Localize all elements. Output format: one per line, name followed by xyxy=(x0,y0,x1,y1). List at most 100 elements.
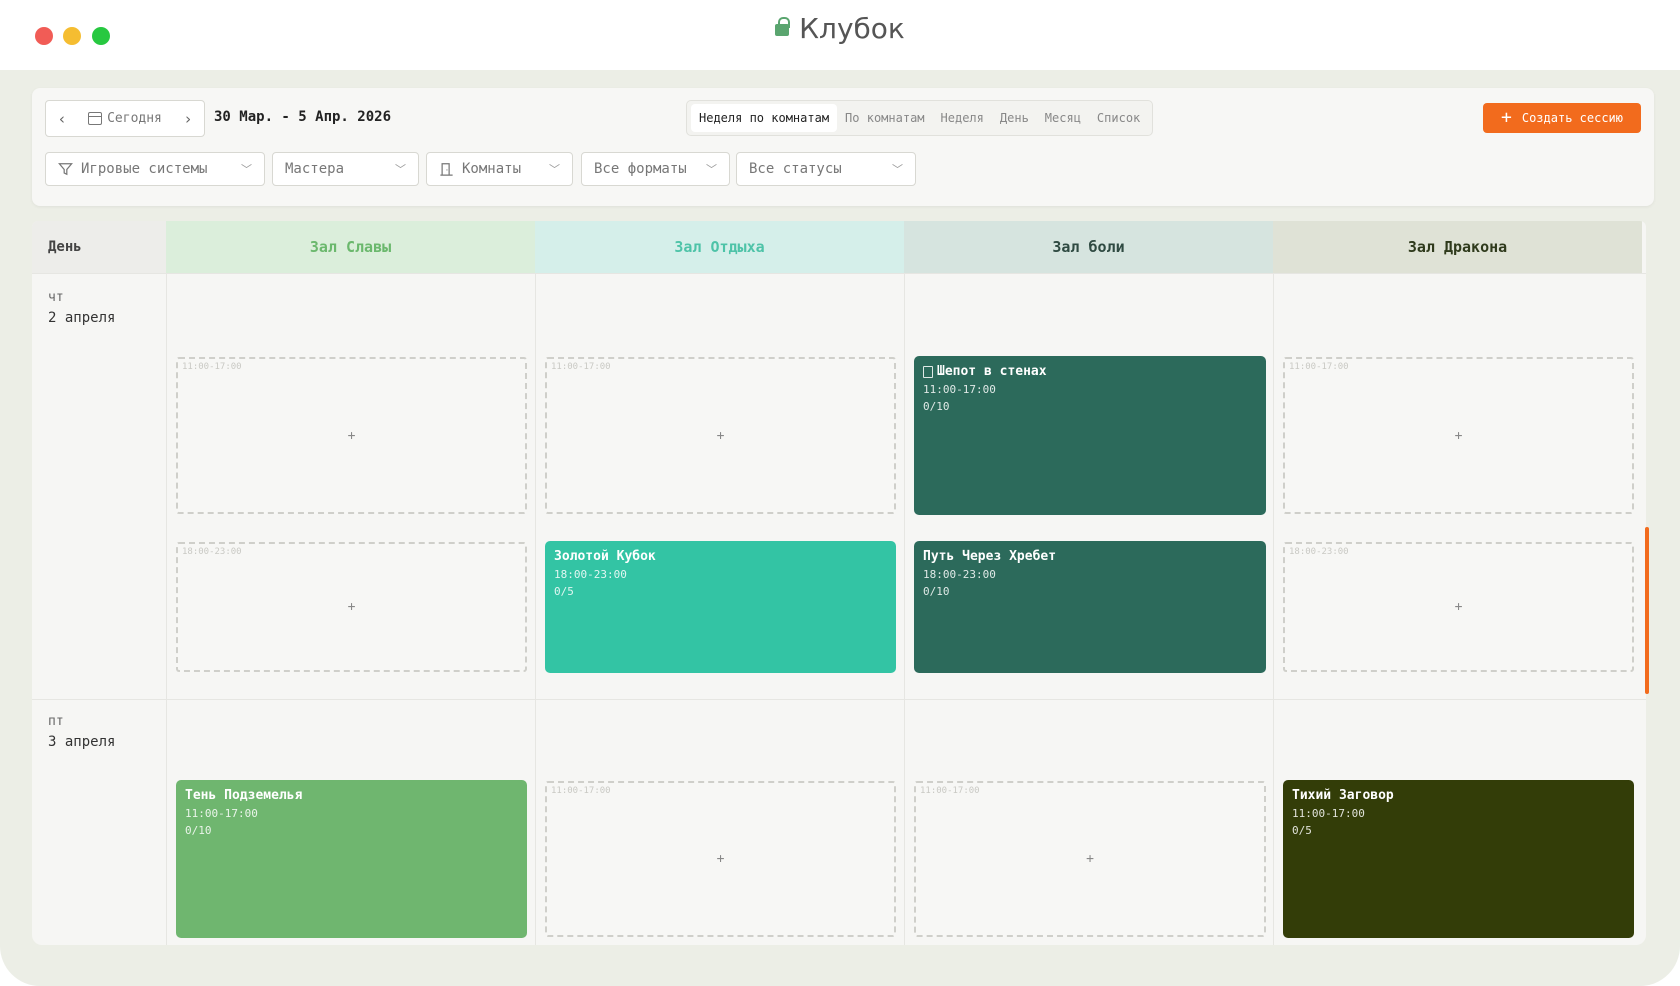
chevron-down-icon: ﹀ xyxy=(241,163,252,176)
column-divider xyxy=(1273,273,1274,945)
day-of-week: чт xyxy=(48,290,64,305)
day-column-header: День xyxy=(32,221,166,273)
slot-time: 18:00-23:00 xyxy=(1289,547,1349,557)
empty-slot[interactable]: 11:00-17:00 + xyxy=(1283,357,1634,514)
session-capacity: 0/5 xyxy=(1292,824,1312,837)
slot-time: 18:00-23:00 xyxy=(182,547,242,557)
session-capacity: 0/5 xyxy=(554,585,574,598)
view-switcher: Неделя по комнатам По комнатам Неделя Де… xyxy=(686,100,1154,136)
add-session-icon: + xyxy=(716,428,725,443)
chevron-down-icon: ﹀ xyxy=(395,163,406,176)
slot-time: 11:00-17:00 xyxy=(551,362,611,372)
chevron-down-icon: ﹀ xyxy=(892,163,903,176)
day-date: 2 апреля xyxy=(48,310,116,326)
row-divider xyxy=(32,699,1646,700)
session-time: 18:00-23:00 xyxy=(923,568,996,581)
window-title-text: Клубок xyxy=(799,12,905,45)
room-header-zal-otdykha: Зал Отдыха xyxy=(535,221,904,273)
column-divider xyxy=(166,273,167,945)
filter-statuses-label: Все статусы xyxy=(749,161,842,177)
empty-slot[interactable]: 18:00-23:00 + xyxy=(1283,542,1634,672)
view-month[interactable]: Месяц xyxy=(1037,104,1089,132)
session-time: 18:00-23:00 xyxy=(554,568,627,581)
date-range: 30 Мар. - 5 Апр. 2026 xyxy=(214,109,392,125)
today-button[interactable]: Сегодня xyxy=(78,111,172,126)
session-title: Путь Через Хребет xyxy=(923,549,1057,564)
add-session-icon: + xyxy=(1454,599,1463,615)
filter-game-systems-label: Игровые системы xyxy=(81,161,208,177)
add-session-icon: + xyxy=(347,428,356,443)
session-capacity: 0/10 xyxy=(923,585,950,598)
room-header-zal-boli: Зал боли xyxy=(904,221,1273,273)
filter-formats[interactable]: Все форматы ﹀ xyxy=(581,152,730,186)
today-label: Сегодня xyxy=(107,111,162,126)
session-card[interactable]: Тихий Заговор 11:00-17:00 0/5 xyxy=(1283,780,1634,938)
schedule-grid: День Зал Славы Зал Отдыха Зал боли Зал Д… xyxy=(32,221,1646,945)
room-header-zal-slavy: Зал Славы xyxy=(166,221,535,273)
filter-icon xyxy=(58,163,73,176)
column-divider xyxy=(904,273,905,945)
empty-slot[interactable]: 18:00-23:00 + xyxy=(176,542,527,672)
column-divider xyxy=(535,273,536,945)
chevron-down-icon: ﹀ xyxy=(549,163,560,176)
add-session-icon: + xyxy=(716,851,725,867)
row-divider xyxy=(32,273,1646,274)
window-titlebar: Клубок xyxy=(0,0,1680,70)
session-title: Тихий Заговор xyxy=(1292,788,1394,803)
filter-masters-label: Мастера xyxy=(285,161,345,177)
plus-icon: + xyxy=(1501,107,1512,128)
door-icon xyxy=(440,163,453,176)
grid-scrollbar-thumb[interactable] xyxy=(1645,527,1649,694)
room-header-zal-drakona: Зал Дракона xyxy=(1273,221,1642,273)
empty-slot[interactable]: 11:00-17:00 + xyxy=(176,357,527,514)
session-time: 11:00-17:00 xyxy=(185,807,258,820)
session-title: Золотой Кубок xyxy=(554,549,656,564)
window-title: Клубок xyxy=(0,12,1680,45)
filter-rooms[interactable]: Комнаты ﹀ xyxy=(426,152,573,186)
view-week-by-rooms[interactable]: Неделя по комнатам xyxy=(691,104,838,132)
prev-week-button[interactable]: ‹ xyxy=(46,110,78,128)
empty-slot[interactable]: 11:00-17:00 + xyxy=(914,781,1266,937)
day-of-week: пт xyxy=(48,714,64,729)
add-session-icon: + xyxy=(1086,851,1094,867)
next-week-button[interactable]: › xyxy=(172,110,204,128)
day-label-friday: пт 3 апреля xyxy=(48,711,115,753)
lock-icon xyxy=(775,17,791,36)
filter-formats-label: Все форматы xyxy=(594,161,687,177)
view-by-rooms[interactable]: По комнатам xyxy=(837,104,932,132)
document-icon xyxy=(923,365,933,378)
view-week[interactable]: Неделя xyxy=(933,104,992,132)
session-time: 11:00-17:00 xyxy=(1292,807,1365,820)
add-session-icon: + xyxy=(347,599,356,615)
session-title: Тень Подземелья xyxy=(185,788,303,803)
view-day[interactable]: День xyxy=(992,104,1037,132)
date-navigation: ‹ Сегодня › xyxy=(45,100,205,137)
view-list[interactable]: Список xyxy=(1089,104,1148,132)
slot-time: 11:00-17:00 xyxy=(1289,362,1349,372)
create-session-button[interactable]: + Создать сессию xyxy=(1483,103,1641,133)
session-time: 11:00-17:00 xyxy=(923,383,996,396)
session-capacity: 0/10 xyxy=(185,824,212,837)
session-title-text: Шепот в стенах xyxy=(937,364,1047,379)
filter-rooms-label: Комнаты xyxy=(462,161,522,177)
day-date: 3 апреля xyxy=(48,734,116,750)
day-label-thursday: чт 2 апреля xyxy=(48,287,115,329)
empty-slot[interactable]: 11:00-17:00 + xyxy=(545,781,896,937)
filter-game-systems[interactable]: Игровые системы ﹀ xyxy=(45,152,265,186)
filter-masters[interactable]: Мастера ﹀ xyxy=(272,152,419,186)
session-capacity: 0/10 xyxy=(923,400,950,413)
session-card[interactable]: Золотой Кубок 18:00-23:00 0/5 xyxy=(545,541,896,673)
slot-time: 11:00-17:00 xyxy=(551,786,611,796)
filter-statuses[interactable]: Все статусы ﹀ xyxy=(736,152,916,186)
slot-time: 11:00-17:00 xyxy=(920,786,980,796)
empty-slot[interactable]: 11:00-17:00 + xyxy=(545,357,896,514)
slot-time: 11:00-17:00 xyxy=(182,362,242,372)
chevron-down-icon: ﹀ xyxy=(706,163,717,176)
session-card[interactable]: Шепот в стенах 11:00-17:00 0/10 xyxy=(914,356,1266,515)
add-session-icon: + xyxy=(1454,428,1463,443)
session-card[interactable]: Путь Через Хребет 18:00-23:00 0/10 xyxy=(914,541,1266,673)
session-title: Шепот в стенах xyxy=(923,364,1257,379)
create-session-label: Создать сессию xyxy=(1521,111,1623,125)
calendar-icon xyxy=(88,112,103,125)
session-card[interactable]: Тень Подземелья 11:00-17:00 0/10 xyxy=(176,780,527,938)
